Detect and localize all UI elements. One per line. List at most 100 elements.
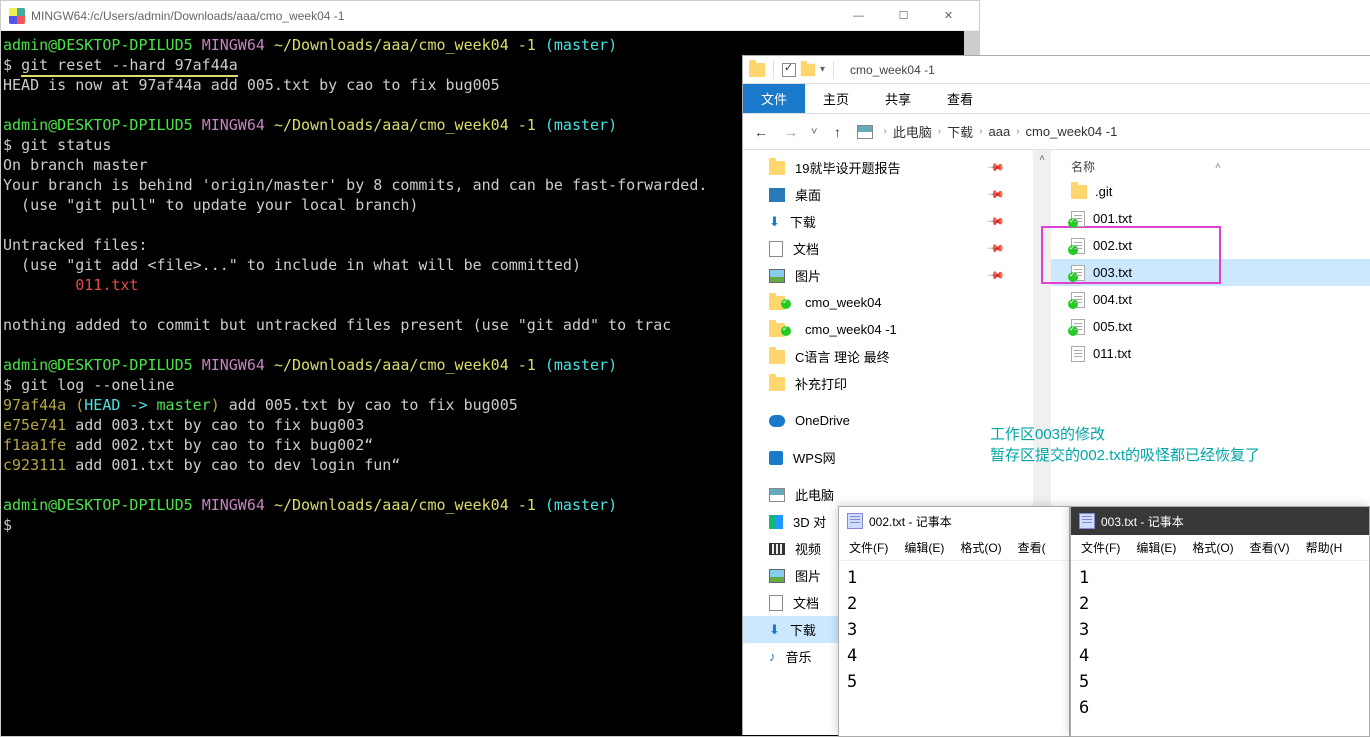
folder-icon — [769, 350, 785, 364]
img-icon — [769, 269, 785, 283]
menu-file[interactable]: 文件(F) — [843, 537, 894, 558]
ribbon-tab-file[interactable]: 文件 — [743, 84, 805, 113]
file-item[interactable]: .git — [1051, 178, 1370, 205]
menu-format[interactable]: 格式(O) — [954, 537, 1007, 558]
sidebar-label: 此电脑 — [795, 485, 834, 504]
window-controls: — ☐ ✕ — [836, 2, 971, 30]
scroll-up-icon[interactable]: ˄ — [1033, 150, 1051, 166]
breadcrumb-item[interactable]: 下载 — [947, 122, 973, 141]
sidebar-label: 图片 — [795, 266, 821, 285]
txt-file-icon — [1071, 265, 1085, 281]
notepad-titlebar[interactable]: 002.txt - 记事本 — [839, 507, 1069, 535]
breadcrumb[interactable]: › 此电脑 › 下载 › aaa › cmo_week04 -1 — [883, 122, 1117, 141]
column-name[interactable]: 名称 — [1071, 158, 1095, 175]
notepad-icon — [1079, 513, 1095, 529]
file-item[interactable]: 002.txt — [1051, 232, 1370, 259]
sidebar-label: 音乐 — [786, 647, 812, 666]
minimize-button[interactable]: — — [836, 2, 881, 30]
sidebar-item[interactable]: ⬇ 下载 📌 — [743, 208, 1033, 235]
sidebar-item[interactable]: cmo_week04 — [743, 289, 1033, 316]
sidebar-label: 视频 — [795, 539, 821, 558]
folder-icon[interactable] — [801, 63, 815, 76]
folder-icon[interactable] — [749, 63, 765, 77]
sidebar-label: WPS网 — [793, 448, 836, 467]
maximize-button[interactable]: ☐ — [881, 2, 926, 30]
menu-view[interactable]: 查看( — [1012, 537, 1052, 558]
nav-up-icon[interactable]: ↑ — [827, 124, 847, 140]
ribbon-tab-share[interactable]: 共享 — [867, 84, 929, 113]
explorer-title: cmo_week04 -1 — [850, 63, 935, 77]
nav-back-icon[interactable]: ← — [751, 124, 771, 140]
ribbon-tab-view[interactable]: 查看 — [929, 84, 991, 113]
explorer-qat: ▾ cmo_week04 -1 — [743, 56, 1370, 84]
pin-icon: 📌 — [987, 212, 1006, 231]
sidebar-label: 3D 对 — [793, 512, 826, 531]
mintty-icon — [9, 8, 25, 24]
sidebar-item[interactable]: 补充打印 — [743, 370, 1033, 397]
chevron-right-icon: › — [1016, 126, 1019, 137]
sidebar-label: 文档 — [793, 593, 819, 612]
notepad-icon — [847, 513, 863, 529]
breadcrumb-item[interactable]: 此电脑 — [893, 122, 932, 141]
notepad-title: 002.txt - 记事本 — [869, 513, 952, 530]
menu-view[interactable]: 查看(V) — [1244, 537, 1296, 558]
pin-icon: 📌 — [987, 158, 1006, 177]
sidebar-item[interactable]: 此电脑 — [743, 481, 1033, 508]
chevron-right-icon: › — [938, 126, 941, 137]
untracked-file: 011.txt — [3, 276, 138, 294]
sidebar-label: cmo_week04 -1 — [805, 322, 897, 337]
ribbon-tab-home[interactable]: 主页 — [805, 84, 867, 113]
column-header[interactable]: 名称 ˄ — [1051, 154, 1370, 178]
qat-dropdown-icon[interactable]: ▾ — [820, 64, 825, 75]
notepad-content[interactable]: 1 2 3 4 5 6 — [1071, 561, 1369, 725]
sidebar-label: 图片 — [795, 566, 821, 585]
menu-file[interactable]: 文件(F) — [1075, 537, 1126, 558]
menu-format[interactable]: 格式(O) — [1186, 537, 1239, 558]
txt-file-icon — [1071, 238, 1085, 254]
chevron-right-icon: › — [979, 126, 982, 137]
sidebar-label: 补充打印 — [795, 374, 847, 393]
notepad-title: 003.txt - 记事本 — [1101, 513, 1184, 530]
wps-icon — [769, 451, 783, 465]
menu-edit[interactable]: 编辑(E) — [898, 537, 950, 558]
sidebar-item[interactable]: 文档 📌 — [743, 235, 1033, 262]
sidebar-item[interactable]: 桌面 📌 — [743, 181, 1033, 208]
file-item[interactable]: 003.txt — [1051, 259, 1370, 286]
close-button[interactable]: ✕ — [926, 2, 971, 30]
cmd-git-status: git status — [21, 136, 111, 154]
notepad-content[interactable]: 1 2 3 4 5 — [839, 561, 1069, 699]
file-name: 004.txt — [1093, 292, 1132, 307]
breadcrumb-item[interactable]: cmo_week04 -1 — [1026, 124, 1118, 139]
breadcrumb-item[interactable]: aaa — [989, 124, 1011, 139]
doc-icon — [769, 595, 783, 611]
sidebar-item[interactable]: cmo_week04 -1 — [743, 316, 1033, 343]
menu-help[interactable]: 帮助(H — [1300, 537, 1349, 558]
nav-history-icon[interactable]: ˅ — [811, 126, 817, 138]
sidebar-label: 下载 — [790, 620, 816, 639]
img-icon — [769, 569, 785, 583]
file-name: 005.txt — [1093, 319, 1132, 334]
file-item[interactable]: 001.txt — [1051, 205, 1370, 232]
file-name: 001.txt — [1093, 211, 1132, 226]
properties-icon[interactable] — [782, 63, 796, 77]
sidebar-item[interactable]: 图片 📌 — [743, 262, 1033, 289]
txt-file-icon — [1071, 292, 1085, 308]
file-name: 011.txt — [1093, 346, 1131, 361]
file-name: .git — [1095, 184, 1112, 199]
sidebar-label: 下载 — [790, 212, 816, 231]
nav-forward-icon[interactable]: → — [781, 124, 801, 140]
doc-icon — [769, 241, 783, 257]
file-item[interactable]: 004.txt — [1051, 286, 1370, 313]
terminal-title: MINGW64:/c/Users/admin/Downloads/aaa/cmo… — [31, 9, 836, 23]
download-icon: ⬇ — [769, 214, 780, 230]
pc-icon — [769, 488, 785, 502]
cmd-git-reset: git reset --hard 97af44a — [21, 56, 238, 77]
sidebar-item[interactable]: 19就毕设开题报告 📌 — [743, 154, 1033, 181]
file-item[interactable]: 005.txt — [1051, 313, 1370, 340]
terminal-titlebar[interactable]: MINGW64:/c/Users/admin/Downloads/aaa/cmo… — [1, 1, 979, 31]
file-item[interactable]: 011.txt — [1051, 340, 1370, 367]
notepad-titlebar[interactable]: 003.txt - 记事本 — [1071, 507, 1369, 535]
menu-edit[interactable]: 编辑(E) — [1130, 537, 1182, 558]
folder-icon — [769, 161, 785, 175]
sidebar-item[interactable]: C语言 理论 最终 — [743, 343, 1033, 370]
